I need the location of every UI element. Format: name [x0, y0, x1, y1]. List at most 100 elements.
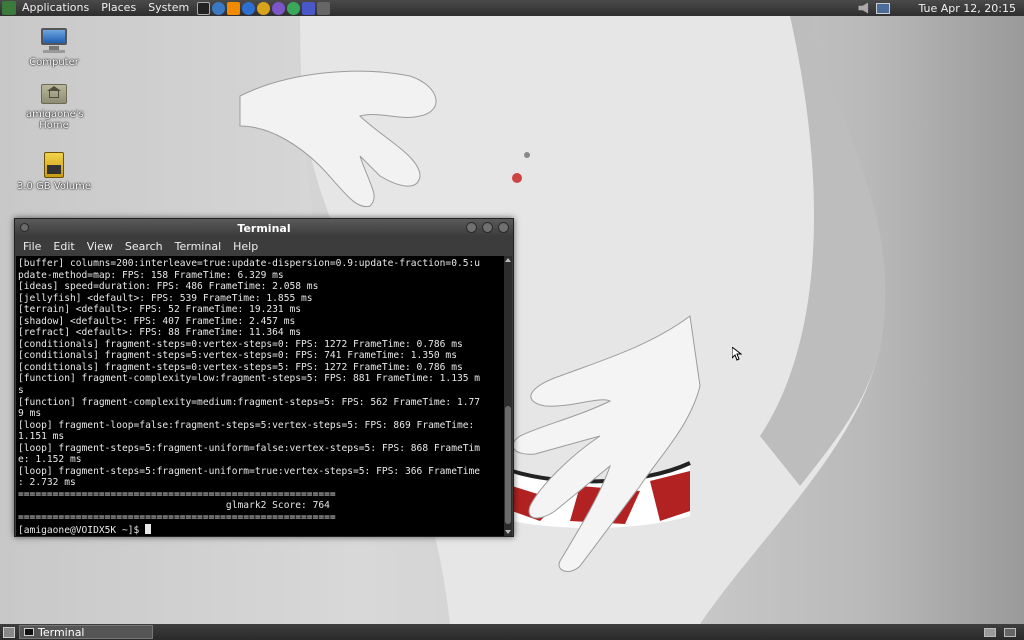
mouse-pointer-icon: [732, 347, 742, 361]
paint-brush-icon[interactable]: [302, 1, 316, 15]
scroll-down-arrow-icon[interactable]: [505, 530, 511, 534]
terminal-line: [buffer] columns=200:interleave=true:upd…: [18, 258, 504, 270]
taskbar-label: Terminal: [38, 625, 85, 639]
show-desktop-icon[interactable]: [3, 626, 15, 638]
menu-file[interactable]: File: [17, 240, 47, 253]
terminal-line-text: [conditionals] fragment-steps=0:vertex-s…: [18, 338, 463, 350]
terminal-line: glmark2 Score: 764: [18, 500, 504, 512]
terminal-line: pdate-method=map: FPS: 158 FrameTime: 6.…: [18, 270, 504, 282]
terminal-line-text: pdate-method=map: FPS: 158 FrameTime: 6.…: [18, 269, 284, 281]
terminal-line-text: : 2.732 ms: [18, 477, 76, 489]
terminal-line: ========================================…: [18, 512, 504, 524]
terminal-line: [conditionals] fragment-steps=5:vertex-s…: [18, 350, 504, 362]
scrollbar-thumb[interactable]: [505, 406, 511, 524]
menu-edit[interactable]: Edit: [47, 240, 80, 253]
panel-clock[interactable]: Tue Apr 12, 20:15: [896, 2, 1020, 15]
maximize-button[interactable]: [482, 222, 493, 233]
taskbar-terminal-button[interactable]: Terminal: [19, 625, 153, 639]
terminal-line: [loop] fragment-loop=false:fragment-step…: [18, 420, 504, 432]
terminal-menubar: File Edit View Search Terminal Help: [15, 237, 513, 255]
window-menu-icon[interactable]: [20, 223, 29, 232]
gnome-foot-icon[interactable]: [2, 1, 16, 15]
terminal-line-text: [terrain] <default>: FPS: 52 FrameTime: …: [18, 304, 302, 316]
system-menu[interactable]: System: [142, 0, 195, 16]
shell-prompt[interactable]: [amigaone@VOIDX5K ~]$: [18, 523, 504, 536]
desktop-icon-label: 3.0 GB Volume: [16, 181, 92, 192]
panel-launchers: [197, 1, 331, 15]
terminal-line-text: [loop] fragment-steps=5:fragment-uniform…: [18, 442, 481, 454]
menu-help[interactable]: Help: [227, 240, 264, 253]
workspace-2[interactable]: [1004, 627, 1016, 637]
terminal-line: [jellyfish] <default>: FPS: 539 FrameTim…: [18, 293, 504, 305]
terminal-line: [function] fragment-complexity=medium:fr…: [18, 397, 504, 409]
window-title: Terminal: [237, 221, 291, 235]
places-menu[interactable]: Places: [95, 0, 142, 16]
desktop-icon-home[interactable]: amigaone's Home: [16, 80, 92, 131]
terminal-launcher-icon[interactable]: [197, 1, 211, 15]
terminal-line: : 2.732 ms: [18, 477, 504, 489]
terminal-line: [ideas] speed=duration: FPS: 486 FrameTi…: [18, 281, 504, 293]
firefox-icon[interactable]: [242, 1, 256, 15]
terminal-line-text: e: 1.152 ms: [18, 454, 82, 466]
terminal-line: [shadow] <default>: FPS: 407 FrameTime: …: [18, 316, 504, 328]
terminal-window[interactable]: Terminal File Edit View Search Terminal …: [14, 218, 514, 537]
desktop-icon-computer[interactable]: Computer: [16, 28, 92, 68]
terminal-line-text: [shadow] <default>: FPS: 407 FrameTime: …: [18, 315, 296, 327]
minimize-button[interactable]: [466, 222, 477, 233]
bottom-panel: Terminal: [0, 624, 1024, 640]
terminal-line: 9 ms: [18, 408, 504, 420]
settings-globe-icon[interactable]: [287, 1, 301, 15]
scroll-up-arrow-icon[interactable]: [505, 258, 511, 262]
terminal-line: [terrain] <default>: FPS: 52 FrameTime: …: [18, 304, 504, 316]
image-viewer-icon[interactable]: [317, 1, 331, 15]
desktop-icon-volume[interactable]: 3.0 GB Volume: [16, 152, 92, 192]
terminal-line-text: [loop] fragment-loop=false:fragment-step…: [18, 419, 475, 431]
network-icon[interactable]: [876, 2, 891, 14]
terminal-line: [conditionals] fragment-steps=0:vertex-s…: [18, 339, 504, 351]
text-cursor: [145, 523, 152, 534]
drive-icon: [39, 152, 69, 178]
top-panel: Applications Places System Tue Apr 12, 2…: [0, 0, 1024, 16]
close-button[interactable]: [498, 222, 509, 233]
web-browser-icon[interactable]: [257, 1, 271, 15]
terminal-line-text: glmark2 Score: 764: [18, 500, 330, 512]
terminal-line-text: [function] fragment-complexity=medium:fr…: [18, 396, 481, 408]
terminal-scrollbar[interactable]: [504, 256, 512, 536]
menu-terminal[interactable]: Terminal: [169, 240, 228, 253]
terminal-line: [loop] fragment-steps=5:fragment-uniform…: [18, 443, 504, 455]
menu-search[interactable]: Search: [119, 240, 169, 253]
menu-view[interactable]: View: [81, 240, 119, 253]
terminal-icon: [24, 628, 34, 636]
terminal-line: e: 1.152 ms: [18, 454, 504, 466]
workspace-switcher: [984, 627, 1024, 637]
workspace-1[interactable]: [984, 627, 996, 637]
panel-tray: Tue Apr 12, 20:15: [858, 2, 1024, 15]
terminal-line: [refract] <default>: FPS: 88 FrameTime: …: [18, 327, 504, 339]
clementine-icon[interactable]: [272, 1, 286, 15]
terminal-line-text: [amigaone@VOIDX5K ~]$: [18, 524, 146, 536]
terminal-line-text: [conditionals] fragment-steps=5:vertex-s…: [18, 350, 457, 362]
volume-icon[interactable]: [858, 2, 869, 14]
terminal-line: ========================================…: [18, 489, 504, 501]
vlc-cone-icon[interactable]: [227, 1, 241, 15]
terminal-line-text: s: [18, 385, 24, 397]
terminal-line-text: [buffer] columns=200:interleave=true:upd…: [18, 258, 481, 269]
terminal-titlebar[interactable]: Terminal: [15, 219, 513, 237]
terminal-line-text: [conditionals] fragment-steps=0:vertex-s…: [18, 361, 463, 373]
terminal-line: s: [18, 385, 504, 397]
desktop-icon-label: Computer: [29, 57, 79, 68]
main-menu-bar: Applications Places System: [16, 0, 195, 16]
computer-icon: [39, 28, 69, 54]
terminal-line-text: ========================================…: [18, 488, 336, 500]
terminal-line-text: [function] fragment-complexity=low:fragm…: [18, 373, 481, 385]
terminal-line: [loop] fragment-steps=5:fragment-uniform…: [18, 466, 504, 478]
terminal-line-text: ========================================…: [18, 512, 336, 524]
terminal-line-text: 1.151 ms: [18, 431, 65, 443]
window-buttons: [466, 222, 509, 233]
terminal-line: [function] fragment-complexity=low:fragm…: [18, 373, 504, 385]
applications-menu[interactable]: Applications: [16, 0, 95, 16]
terminal-line-text: 9 ms: [18, 408, 42, 420]
terminal-line-text: [jellyfish] <default>: FPS: 539 FrameTim…: [18, 292, 313, 304]
network-globe-icon[interactable]: [212, 1, 226, 15]
terminal-output[interactable]: [buffer] columns=200:interleave=true:upd…: [16, 256, 506, 536]
